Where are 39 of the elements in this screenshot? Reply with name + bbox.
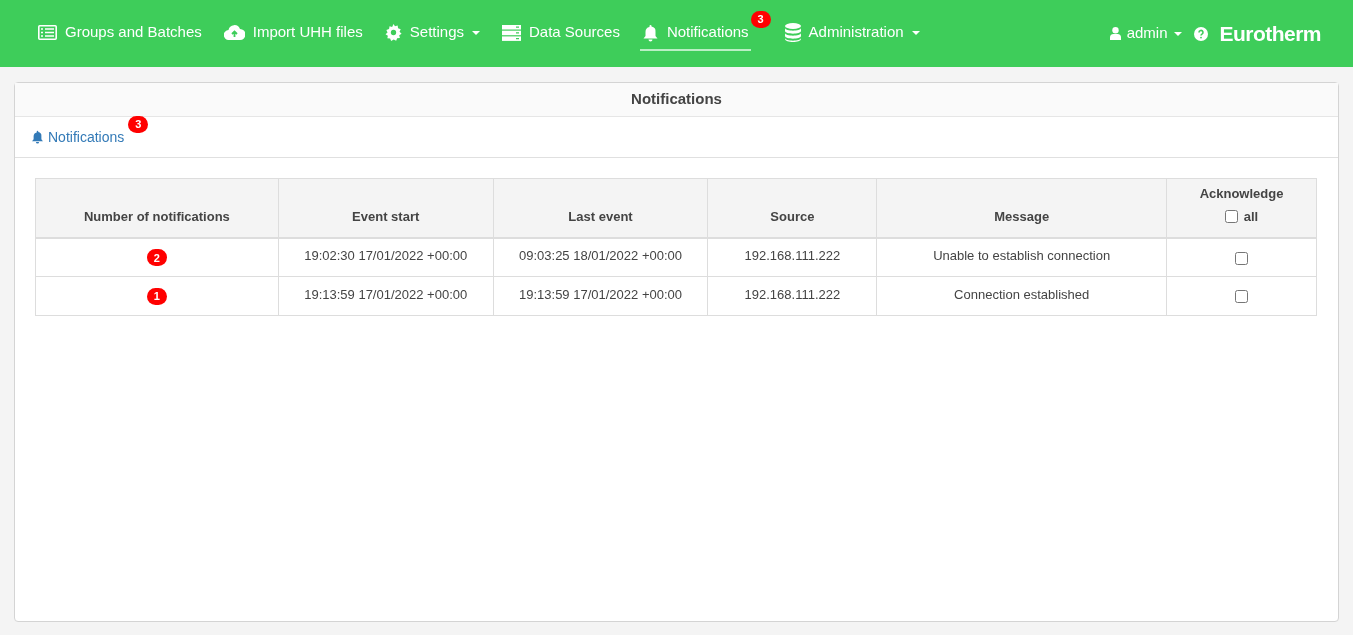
column-header: Message (876, 178, 1167, 238)
nav-item[interactable]: Import UHH files (221, 16, 365, 51)
column-header: Event start (278, 178, 494, 238)
nav-item[interactable]: Data Sources (500, 16, 622, 51)
nav-item[interactable]: Notifications (639, 16, 751, 51)
logo-text: Eurotherm (1219, 20, 1321, 47)
table-cell: Unable to establish connection (876, 237, 1167, 277)
nav-item[interactable]: Groups and Batches (36, 16, 204, 51)
table-cell: 19:02:30 17/01/2022 +00:00 (278, 237, 494, 277)
column-header: Last event (493, 178, 708, 238)
bell-icon (31, 130, 44, 144)
table-cell: 192.168.111.222 (707, 237, 877, 277)
count-badge: 2 (146, 249, 167, 267)
gear-icon (384, 24, 402, 41)
table-cell: 192.168.111.222 (707, 276, 877, 316)
database-icon (784, 23, 801, 42)
table-cell: 19:13:59 17/01/2022 +00:00 (278, 276, 494, 316)
nav-item[interactable]: Settings (382, 16, 482, 51)
cloud-upload-icon (223, 25, 245, 40)
checkbox[interactable] (1224, 210, 1238, 224)
count-badge: 3 (750, 10, 771, 28)
column-header: Source (707, 178, 877, 238)
column-header: Acknowledge (1198, 184, 1285, 203)
nav-item[interactable]: Administration (782, 16, 922, 51)
table-cell: Connection established (876, 276, 1167, 316)
table-cell: 19:13:59 17/01/2022 +00:00 (493, 276, 708, 316)
list-icon (38, 25, 57, 40)
server-icon (502, 24, 521, 41)
checkbox[interactable] (1235, 251, 1248, 265)
count-badge: 1 (146, 288, 167, 305)
checkbox-label: all (1243, 208, 1259, 226)
user-icon (1109, 27, 1121, 40)
notifications-tab[interactable]: Notifications (31, 126, 125, 148)
column-header: Number of notifications (35, 178, 279, 238)
table-cell: 09:03:25 18/01/2022 +00:00 (493, 237, 708, 277)
checkbox[interactable] (1235, 290, 1248, 304)
user-menu[interactable]: admin (1109, 22, 1182, 45)
panel-title: Notifications (631, 89, 722, 110)
bell-icon (641, 23, 659, 42)
